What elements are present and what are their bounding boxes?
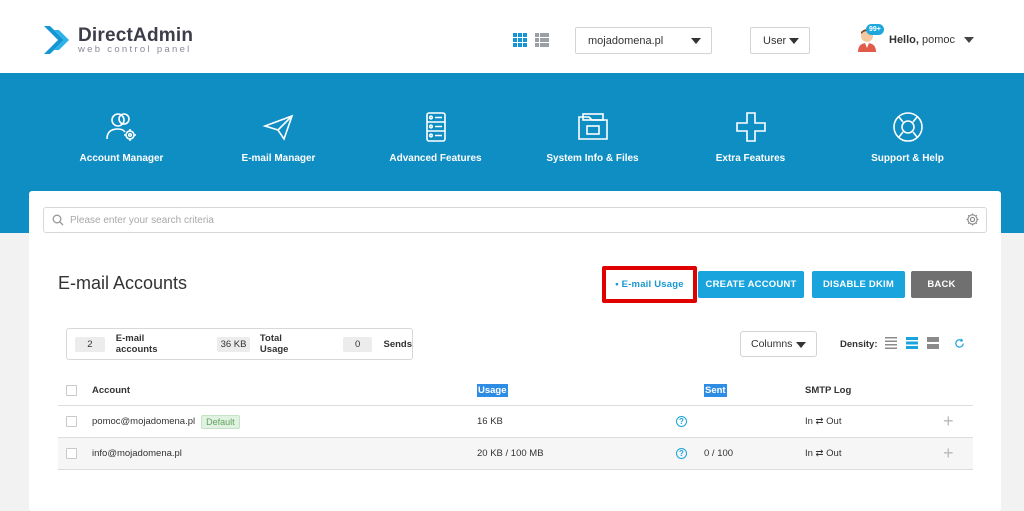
column-header-usage[interactable]: Usage bbox=[477, 383, 508, 397]
help-icon[interactable]: ? bbox=[676, 416, 687, 427]
lifebuoy-icon bbox=[892, 112, 923, 142]
search-icon bbox=[52, 214, 64, 226]
create-account-button[interactable]: CREATE ACCOUNT bbox=[698, 271, 804, 298]
search-placeholder: Please enter your search criteria bbox=[70, 214, 214, 226]
back-button[interactable]: BACK bbox=[911, 271, 972, 298]
nav-email-manager[interactable]: E-mail Manager bbox=[200, 111, 357, 164]
main-card: Please enter your search criteria E-mail… bbox=[29, 191, 1001, 511]
chevron-down-icon bbox=[964, 37, 975, 43]
page-title: E-mail Accounts bbox=[58, 273, 188, 293]
density-normal-icon[interactable] bbox=[906, 337, 918, 349]
sent-value: 0 / 100 bbox=[704, 448, 734, 459]
row-checkbox[interactable] bbox=[66, 416, 77, 427]
help-icon[interactable]: ? bbox=[676, 448, 687, 459]
notification-badge: 99+ bbox=[866, 24, 884, 35]
stat-email-accounts-label: E-mail accounts bbox=[115, 333, 158, 355]
top-bar: DirectAdmin web control panel mojadomena… bbox=[0, 0, 1024, 73]
chevron-down-icon bbox=[691, 38, 701, 44]
columns-dropdown[interactable]: Columns bbox=[740, 331, 817, 357]
stat-email-accounts-value: 2 bbox=[75, 336, 105, 352]
stat-sends-label: Sends bbox=[383, 338, 412, 350]
nav-label: Support & Help bbox=[871, 153, 944, 164]
usage-value: 20 KB / 100 MB bbox=[477, 448, 544, 459]
nav-label: Advanced Features bbox=[389, 153, 482, 164]
smtp-log-link[interactable]: In ⇄ Out bbox=[805, 416, 841, 427]
nav-advanced-features[interactable]: Advanced Features bbox=[357, 111, 514, 164]
nav-label: Extra Features bbox=[715, 153, 786, 164]
smtp-log-link[interactable]: In ⇄ Out bbox=[805, 448, 841, 459]
density-compact-icon[interactable] bbox=[885, 337, 897, 349]
default-badge: Default bbox=[201, 414, 240, 429]
account-email[interactable]: pomoc@mojadomena.pl bbox=[92, 416, 195, 427]
domain-select[interactable]: mojadomena.pl bbox=[575, 27, 712, 54]
account-email[interactable]: info@mojadomena.pl bbox=[92, 448, 182, 459]
search-input[interactable]: Please enter your search criteria bbox=[43, 207, 987, 233]
domain-select-value: mojadomena.pl bbox=[588, 34, 664, 47]
user-menu[interactable]: 99+ Hello, pomoc bbox=[856, 24, 975, 52]
brand-name: DirectAdmin bbox=[78, 24, 194, 46]
greeting: Hello, pomoc bbox=[889, 34, 955, 46]
stat-sends-value: 0 bbox=[342, 336, 373, 352]
logo-icon bbox=[42, 24, 72, 56]
nav-extra-features[interactable]: Extra Features bbox=[672, 111, 829, 164]
disable-dkim-button[interactable]: DISABLE DKIM bbox=[812, 271, 905, 298]
column-header-sent[interactable]: Sent bbox=[704, 383, 727, 397]
username: pomoc bbox=[922, 34, 956, 46]
density-comfortable-icon[interactable] bbox=[927, 337, 939, 349]
gear-icon[interactable] bbox=[966, 213, 979, 226]
table-header: Account Usage Sent SMTP Log bbox=[58, 375, 973, 406]
greeting-hello: Hello, bbox=[889, 34, 919, 46]
columns-label: Columns bbox=[751, 338, 793, 350]
paper-plane-icon bbox=[262, 114, 293, 141]
server-icon bbox=[425, 112, 446, 142]
nav-label: System Info & Files bbox=[546, 153, 639, 164]
usage-value: 16 KB bbox=[477, 416, 503, 427]
plus-icon bbox=[735, 112, 766, 142]
row-checkbox[interactable] bbox=[66, 448, 77, 459]
users-gear-icon bbox=[105, 113, 136, 141]
density-label: Density: bbox=[840, 339, 878, 350]
nav-label: E-mail Manager bbox=[241, 153, 316, 164]
level-select[interactable]: User bbox=[750, 27, 810, 54]
stat-total-usage-label: Total Usage bbox=[259, 333, 289, 355]
nav-support-help[interactable]: Support & Help bbox=[829, 111, 986, 164]
stat-total-usage-value: 36 KB bbox=[217, 336, 250, 352]
grid-view-icon[interactable] bbox=[513, 33, 527, 52]
table-row: pomoc@mojadomena.pl Default 16 KB ? In ⇄… bbox=[58, 406, 973, 438]
folder-icon bbox=[577, 113, 608, 140]
column-header-smtp-log[interactable]: SMTP Log bbox=[805, 385, 851, 396]
brand-tagline: web control panel bbox=[78, 43, 192, 55]
list-view-icon[interactable] bbox=[535, 33, 549, 52]
email-accounts-table: Account Usage Sent SMTP Log pomoc@mojado… bbox=[58, 375, 973, 470]
avatar: 99+ bbox=[856, 24, 884, 52]
brand-logo[interactable]: DirectAdmin web control panel bbox=[42, 24, 193, 56]
chevron-down-icon bbox=[796, 342, 806, 348]
email-usage-button[interactable]: • E-mail Usage bbox=[602, 266, 697, 303]
chevron-down-icon bbox=[789, 38, 799, 44]
column-header-account[interactable]: Account bbox=[92, 385, 130, 396]
select-all-checkbox[interactable] bbox=[66, 384, 77, 396]
stats-summary: 2 E-mail accounts 36 KB Total Usage 0 Se… bbox=[66, 328, 413, 360]
nav-label: Account Manager bbox=[79, 153, 164, 164]
level-select-value: User bbox=[763, 34, 787, 47]
refresh-icon[interactable] bbox=[954, 338, 965, 349]
nav-account-manager[interactable]: Account Manager bbox=[43, 111, 200, 164]
expand-row-icon[interactable]: + bbox=[943, 411, 954, 432]
table-row: info@mojadomena.pl 20 KB / 100 MB ? 0 / … bbox=[58, 438, 973, 470]
expand-row-icon[interactable]: + bbox=[943, 443, 954, 464]
nav-system-info-files[interactable]: System Info & Files bbox=[514, 111, 671, 164]
